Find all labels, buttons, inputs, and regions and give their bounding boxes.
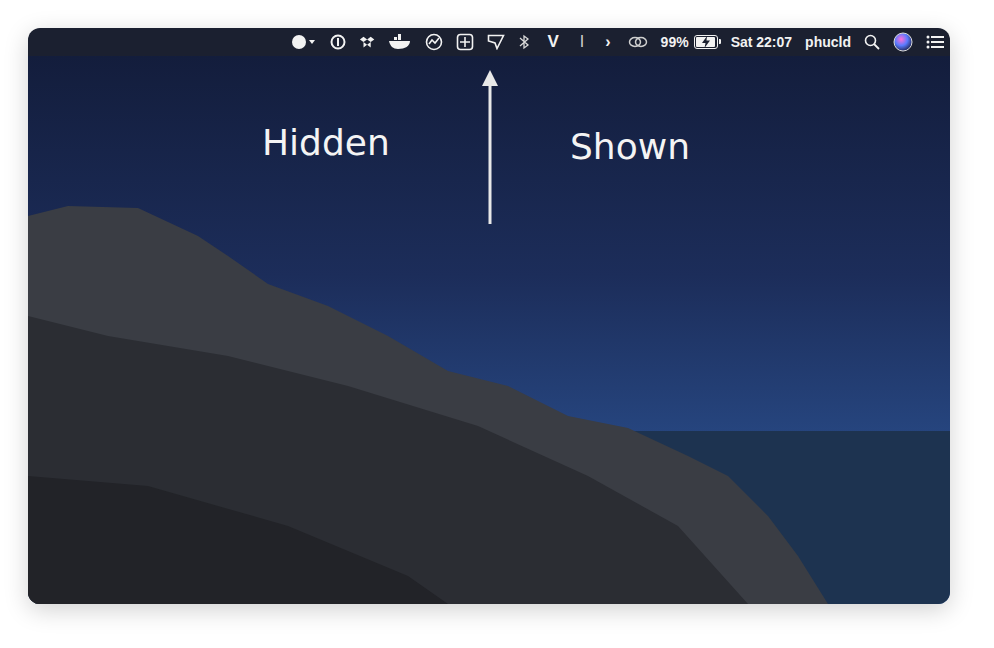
pointer-frame-icon bbox=[487, 34, 505, 50]
desktop-wallpaper: Hidden Shown bbox=[28, 56, 950, 604]
hidden-bar-toggle[interactable]: › bbox=[601, 33, 614, 51]
screenshot-tool[interactable] bbox=[487, 34, 505, 50]
arrow-up-icon bbox=[480, 68, 500, 224]
status-dropdown[interactable] bbox=[291, 34, 317, 50]
battery-status[interactable]: 99% bbox=[661, 34, 718, 50]
password-icon bbox=[330, 34, 346, 50]
user-name[interactable]: phucld bbox=[805, 34, 851, 50]
spotlight[interactable] bbox=[864, 34, 880, 50]
activity-monitor[interactable] bbox=[425, 33, 443, 51]
dropbox-icon bbox=[359, 34, 375, 50]
siri-icon bbox=[893, 32, 913, 52]
shown-label: Shown bbox=[570, 126, 690, 167]
screenshot-card: VI › 99% Sat 22:07 phucld Hidden Shown bbox=[28, 28, 950, 604]
notification-center[interactable] bbox=[926, 35, 944, 49]
circle-dropdown-icon bbox=[291, 34, 317, 50]
bluetooth-icon bbox=[518, 34, 530, 50]
docker[interactable] bbox=[388, 34, 412, 50]
battery-icon bbox=[694, 35, 718, 49]
window-manager[interactable] bbox=[456, 33, 474, 51]
menu-bar: VI › 99% Sat 22:07 phucld bbox=[28, 28, 950, 56]
page: VI › 99% Sat 22:07 phucld Hidden Shown bbox=[0, 0, 994, 648]
grid-square-icon bbox=[456, 33, 474, 51]
charging-bolt-icon bbox=[701, 36, 711, 48]
dropbox[interactable] bbox=[359, 34, 375, 50]
search-icon bbox=[864, 34, 880, 50]
battery-reading: 99% bbox=[661, 34, 689, 50]
hidden-bar-separator[interactable]: I bbox=[576, 33, 588, 51]
clock[interactable]: Sat 22:07 bbox=[731, 34, 792, 50]
siri[interactable] bbox=[893, 32, 913, 52]
docker-whale-icon bbox=[388, 34, 412, 50]
linked-rings-icon bbox=[628, 34, 648, 50]
list-icon bbox=[926, 35, 944, 49]
gauge-icon bbox=[425, 33, 443, 51]
bluetooth[interactable] bbox=[518, 34, 530, 50]
hidden-label: Hidden bbox=[262, 122, 390, 163]
vanilla-glyph[interactable]: V bbox=[543, 32, 562, 52]
link-app[interactable] bbox=[628, 34, 648, 50]
password-manager[interactable] bbox=[330, 34, 346, 50]
